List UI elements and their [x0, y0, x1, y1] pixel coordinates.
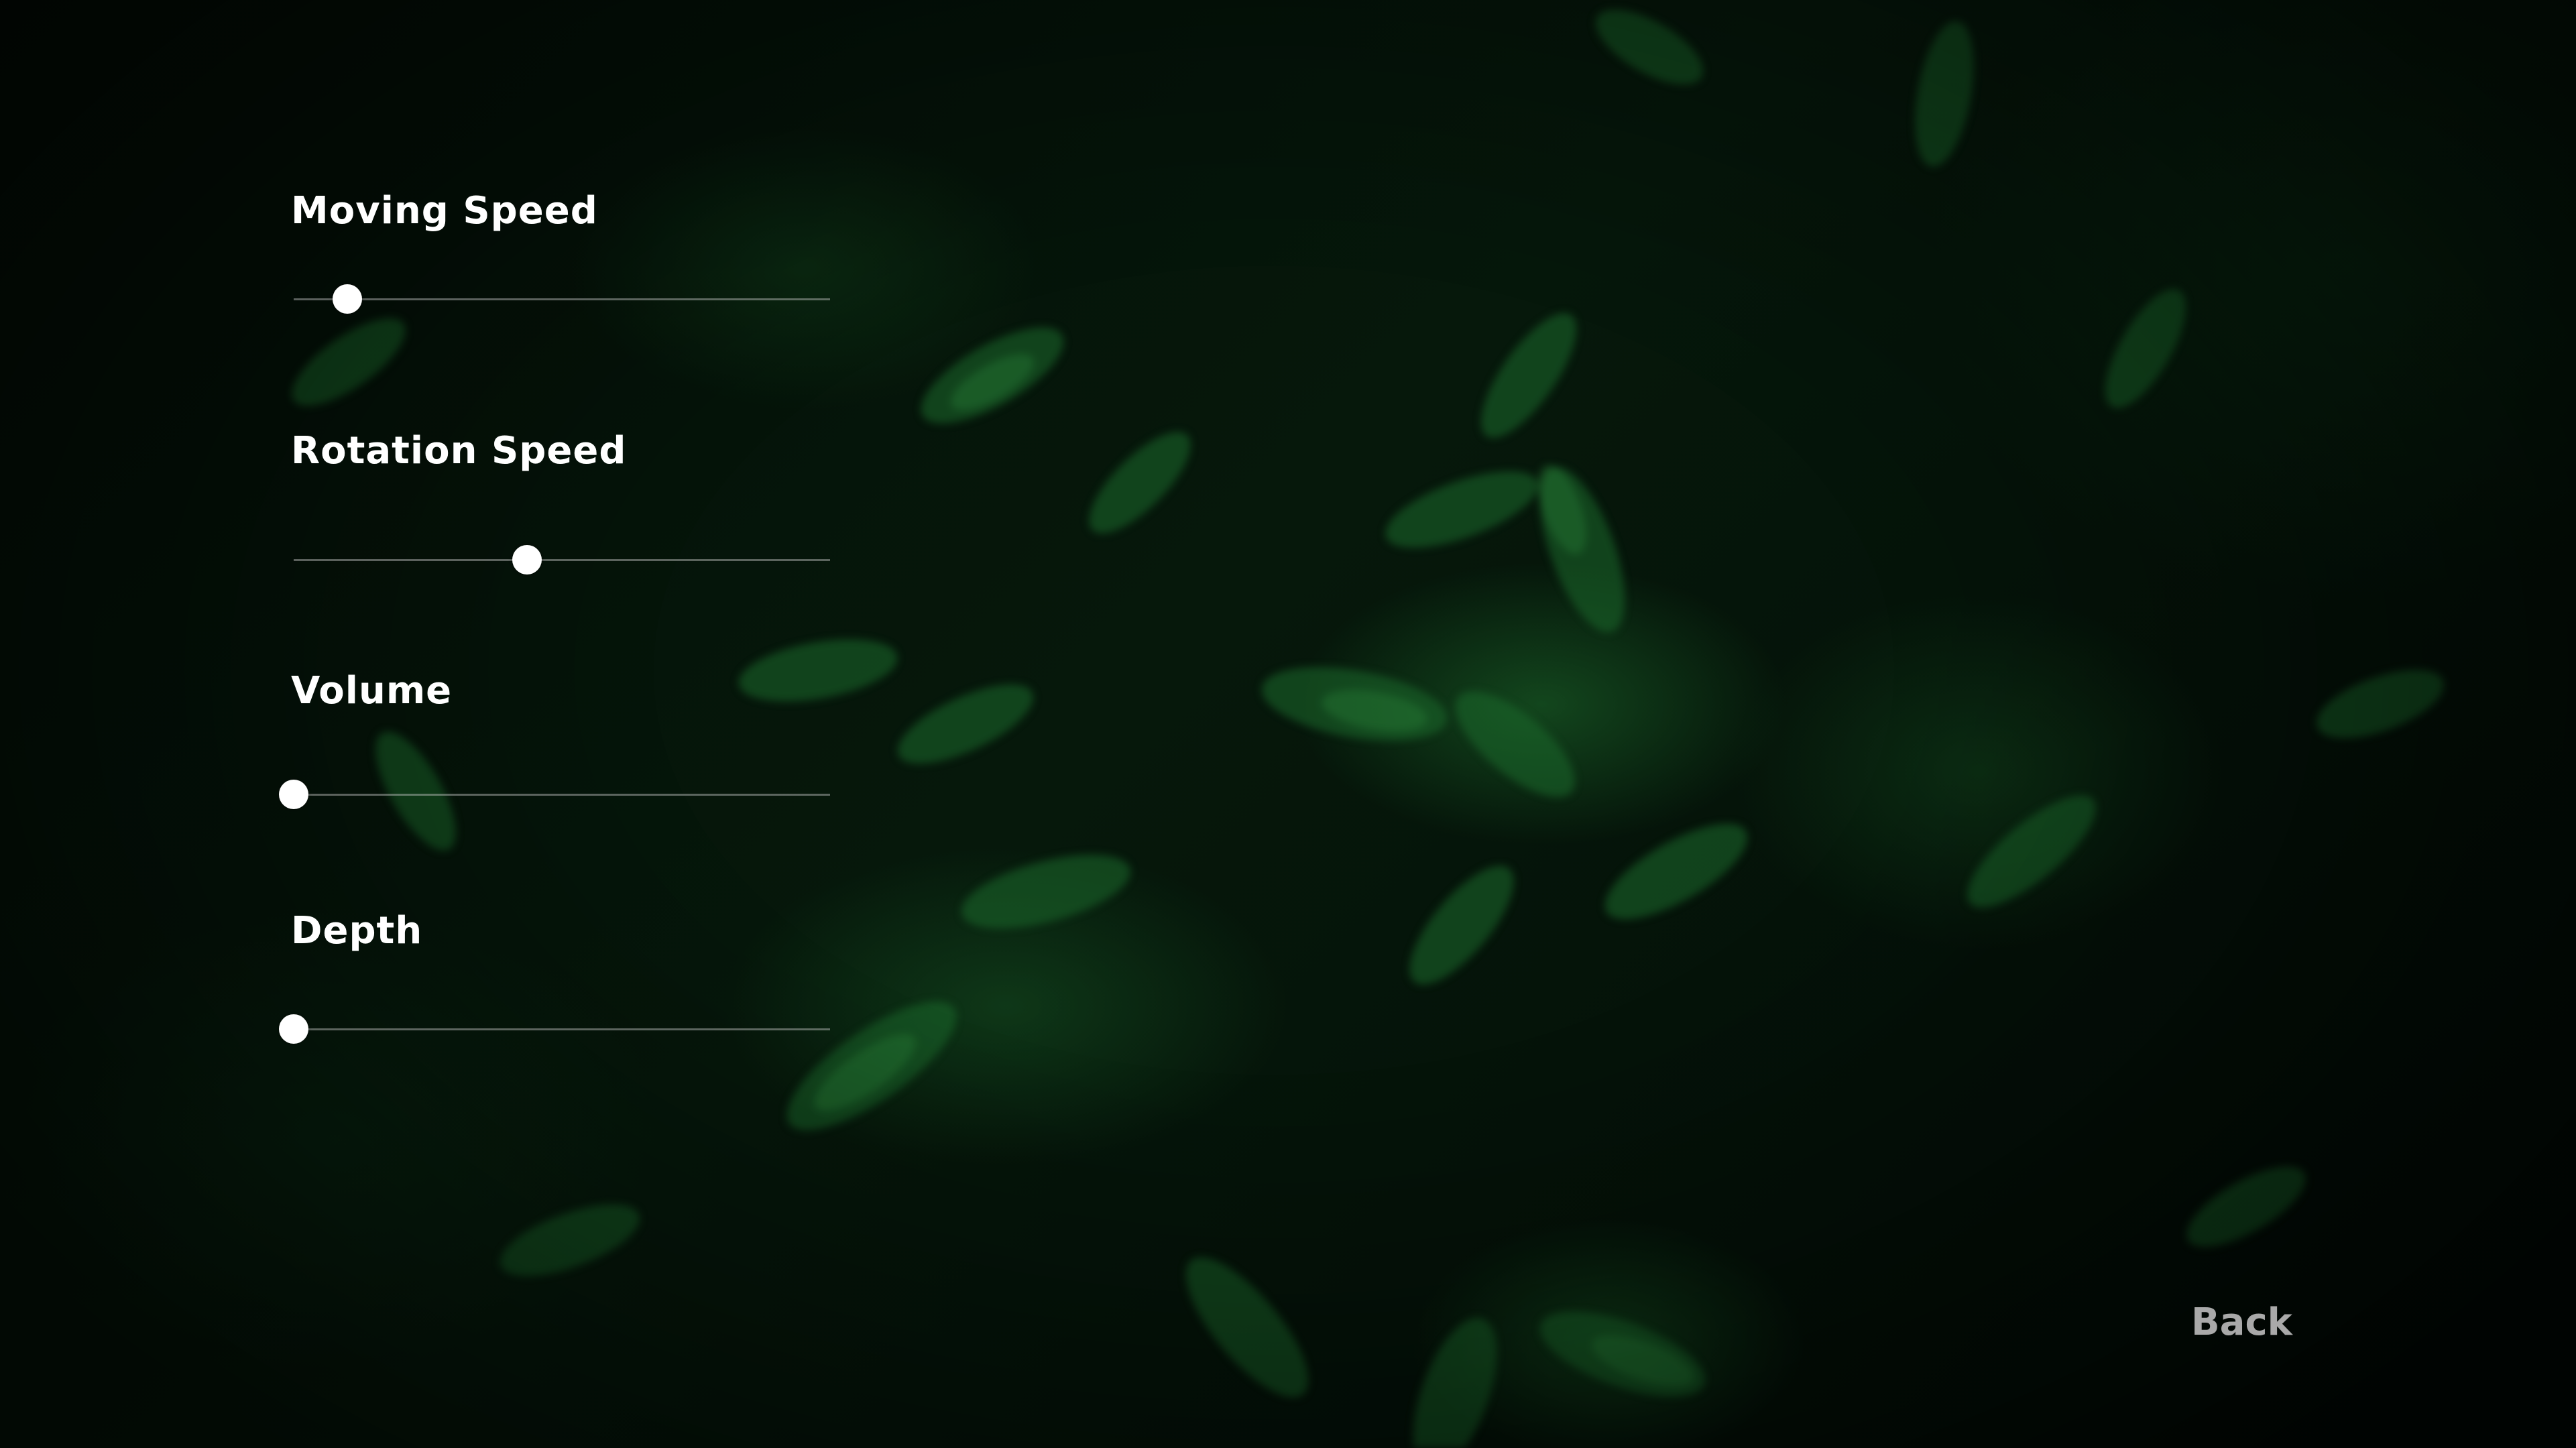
slider-track — [294, 559, 830, 561]
settings-screen: Moving Speed Rotation Speed Volume Depth… — [0, 0, 2576, 1448]
slider-thumb[interactable] — [333, 284, 362, 314]
moving-speed-label: Moving Speed — [291, 189, 598, 233]
rotation-speed-label: Rotation Speed — [291, 429, 627, 473]
volume-label: Volume — [291, 669, 453, 713]
slider-thumb[interactable] — [512, 545, 542, 575]
slider-track — [294, 794, 830, 796]
volume-slider[interactable] — [279, 776, 830, 813]
slider-thumb[interactable] — [279, 780, 308, 809]
rotation-speed-slider[interactable] — [294, 541, 830, 579]
slider-track — [294, 298, 830, 300]
depth-label: Depth — [291, 909, 423, 953]
back-button[interactable]: Back — [2191, 1301, 2292, 1344]
slider-thumb[interactable] — [279, 1014, 308, 1044]
slider-track — [294, 1028, 830, 1030]
moving-speed-slider[interactable] — [294, 280, 830, 318]
depth-slider[interactable] — [279, 1010, 830, 1048]
